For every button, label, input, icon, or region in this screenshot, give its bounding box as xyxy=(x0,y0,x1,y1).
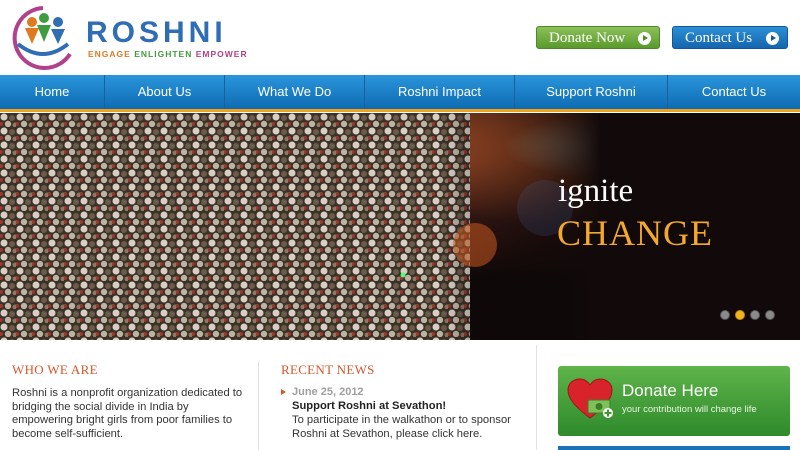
donate-here-banner[interactable]: Donate Here your contribution will chang… xyxy=(558,366,790,436)
nav-roshni-impact[interactable]: Roshni Impact xyxy=(365,75,515,109)
donate-here-title: Donate Here xyxy=(622,381,719,400)
play-arrow-icon xyxy=(638,32,651,45)
contact-us-label: Contact Us xyxy=(685,30,753,46)
sidebar-strip xyxy=(558,446,790,450)
who-we-are-title: WHO WE ARE xyxy=(12,362,98,377)
who-we-are-text: Roshni is a nonprofit organization dedic… xyxy=(12,387,243,440)
slider-dot-2[interactable] xyxy=(735,310,745,320)
nav-about-us[interactable]: About Us xyxy=(105,75,225,109)
nav-support-roshni[interactable]: Support Roshni xyxy=(515,75,668,109)
logo-mark-icon xyxy=(12,6,72,70)
column-divider xyxy=(258,362,259,450)
roshni-logo[interactable]: ROSHNI ENGAGE ENLIGHTEN EMPOWER xyxy=(8,4,247,70)
column-divider xyxy=(536,345,537,450)
news-body: To participate in the walkathon or to sp… xyxy=(292,414,511,440)
brand-name: ROSHNI xyxy=(86,16,227,49)
heart-money-icon xyxy=(567,378,613,419)
slider-dot-1[interactable] xyxy=(720,310,730,320)
donate-now-label: Donate Now xyxy=(549,30,626,46)
tagline-empower: EMPOWER xyxy=(195,49,248,59)
donate-here-subtitle: your contribution will change life xyxy=(622,404,757,415)
contact-us-button[interactable]: Contact Us xyxy=(672,26,788,49)
hero-heading-change: CHANGE xyxy=(557,213,713,253)
news-date: June 25, 2012 xyxy=(292,386,364,398)
who-we-are-section: WHO WE ARE Roshni is a nonprofit organiz… xyxy=(12,362,252,441)
tagline-engage: ENGAGE xyxy=(88,49,131,59)
donate-now-button[interactable]: Donate Now xyxy=(536,26,660,49)
news-item[interactable]: June 25, 2012 Support Roshni at Sevathon… xyxy=(281,386,521,441)
slider-dot-3[interactable] xyxy=(750,310,760,320)
slider-dots xyxy=(720,310,775,320)
nav-contact-us[interactable]: Contact Us xyxy=(668,75,800,109)
hero-slider[interactable]: ignite CHANGE xyxy=(0,113,800,340)
bullet-arrow-icon xyxy=(281,389,286,395)
brand-tagline: ENGAGE ENLIGHTEN EMPOWER xyxy=(88,49,248,59)
main-nav: Home About Us What We Do Roshni Impact S… xyxy=(0,75,800,112)
recent-news-section: RECENT NEWS June 25, 2012 Support Roshni… xyxy=(281,362,521,441)
slider-dot-4[interactable] xyxy=(765,310,775,320)
play-arrow-icon xyxy=(766,32,779,45)
recent-news-title: RECENT NEWS xyxy=(281,362,375,377)
nav-home[interactable]: Home xyxy=(0,75,105,109)
news-headline[interactable]: Support Roshni at Sevathon! xyxy=(292,399,521,413)
hero-heading-ignite: ignite xyxy=(558,173,634,209)
tagline-enlighten: ENLIGHTEN xyxy=(134,49,193,59)
nav-what-we-do[interactable]: What We Do xyxy=(225,75,365,109)
site-header: ROSHNI ENGAGE ENLIGHTEN EMPOWER Donate N… xyxy=(0,0,800,75)
